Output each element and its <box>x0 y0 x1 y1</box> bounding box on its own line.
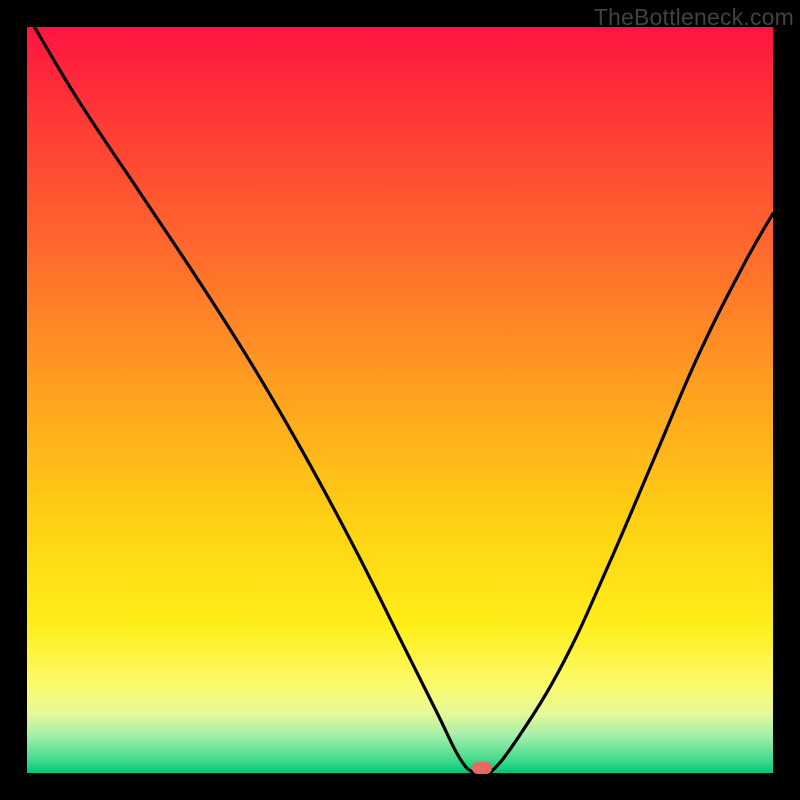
plot-area <box>27 27 773 773</box>
bottleneck-curve <box>27 27 773 773</box>
optimum-marker <box>472 762 492 774</box>
chart-frame: TheBottleneck.com <box>0 0 800 800</box>
